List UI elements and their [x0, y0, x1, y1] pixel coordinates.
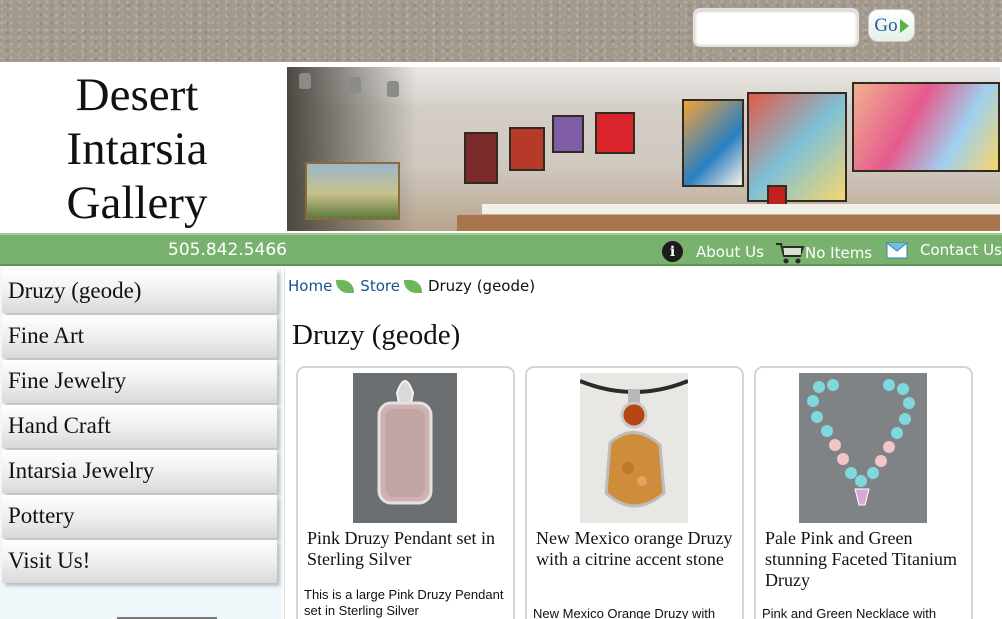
contact-us-label: Contact Us: [920, 241, 1002, 259]
sidebar-item-hand-craft[interactable]: Hand Craft: [2, 405, 277, 448]
sidebar-item-label: Fine Art: [8, 323, 85, 348]
gallery-banner-image: [287, 67, 1000, 231]
product-description: This is a large Pink Druzy Pendant set i…: [304, 587, 504, 618]
product-card[interactable]: New Mexico orange Druzy with a citrine a…: [525, 366, 744, 619]
sidebar-item-label: Druzy (geode): [8, 278, 142, 303]
sidebar-item-label: Pottery: [8, 503, 75, 528]
go-button[interactable]: Go: [868, 9, 915, 42]
logo-line: Gallery: [66, 177, 208, 229]
top-band: Go: [0, 0, 1002, 62]
product-image[interactable]: [353, 373, 457, 523]
logo-line: Intarsia: [66, 123, 208, 175]
info-icon: i: [662, 241, 683, 262]
about-us-label: About Us: [696, 242, 764, 261]
leaf-separator-icon: [336, 279, 355, 293]
main-content: Home Store Druzy (geode) Druzy (geode) P…: [284, 268, 1002, 619]
breadcrumb-store-link[interactable]: Store: [360, 277, 400, 295]
cart-link[interactable]: No Items: [775, 241, 872, 265]
category-sidebar: Druzy (geode) Fine Art Fine Jewelry Hand…: [0, 268, 282, 619]
top-nav-bar: 505.842.5466 i About Us No Items Contact…: [0, 233, 1002, 266]
contact-us-link[interactable]: Contact Us: [886, 241, 1002, 259]
sidebar-item-intarsia-jewelry[interactable]: Intarsia Jewelry: [2, 450, 277, 493]
logo-line: Desert: [75, 69, 199, 121]
product-title[interactable]: Pale Pink and Green stunning Faceted Tit…: [765, 528, 965, 591]
phone-number: 505.842.5466: [168, 240, 287, 260]
product-description: New Mexico Orange Druzy with: [533, 606, 716, 619]
sidebar-item-fine-jewelry[interactable]: Fine Jewelry: [2, 360, 277, 403]
product-title[interactable]: New Mexico orange Druzy with a citrine a…: [536, 528, 736, 570]
cart-label: No Items: [805, 244, 873, 262]
sidebar-item-label: Intarsia Jewelry: [8, 458, 155, 483]
sidebar-item-label: Visit Us!: [8, 548, 91, 573]
product-image[interactable]: [799, 373, 927, 523]
sidebar-item-druzy[interactable]: Druzy (geode): [2, 270, 277, 313]
product-image[interactable]: [580, 373, 688, 523]
shopping-cart-icon: [775, 241, 805, 265]
product-card[interactable]: Pink Druzy Pendant set in Sterling Silve…: [296, 366, 515, 619]
breadcrumb-home-link[interactable]: Home: [288, 277, 332, 295]
leaf-separator-icon: [403, 279, 422, 293]
sidebar-item-label: Fine Jewelry: [8, 368, 127, 393]
page-title: Druzy (geode): [292, 319, 461, 351]
sidebar-item-visit-us[interactable]: Visit Us!: [2, 540, 277, 583]
sidebar-item-label: Hand Craft: [8, 413, 111, 438]
play-arrow-icon: [899, 18, 909, 33]
product-title[interactable]: Pink Druzy Pendant set in Sterling Silve…: [307, 528, 507, 570]
envelope-icon: [886, 241, 908, 259]
site-logo[interactable]: Desert Intarsia Gallery: [2, 67, 272, 231]
sidebar-item-fine-art[interactable]: Fine Art: [2, 315, 277, 358]
product-description: Pink and Green Necklace with: [762, 606, 937, 619]
search-input[interactable]: [693, 8, 859, 47]
product-card[interactable]: Pale Pink and Green stunning Faceted Tit…: [754, 366, 973, 619]
breadcrumb: Home Store Druzy (geode): [288, 277, 535, 295]
breadcrumb-current: Druzy (geode): [427, 277, 536, 295]
sidebar-item-pottery[interactable]: Pottery: [2, 495, 277, 538]
go-label: Go: [874, 14, 898, 36]
about-us-link[interactable]: i About Us: [662, 241, 764, 262]
